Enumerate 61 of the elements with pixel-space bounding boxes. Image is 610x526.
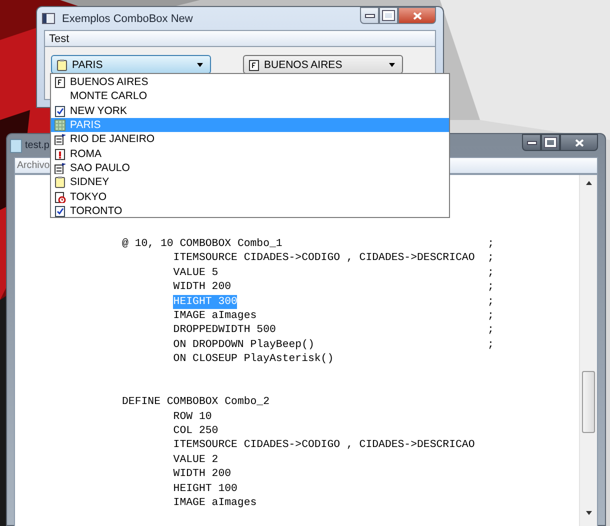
combo-box[interactable]: BUENOS AIRES (243, 55, 403, 74)
code-line: HEIGHT 100 (173, 482, 238, 496)
cabinet-icon (54, 162, 66, 174)
code-semicolon: ; (488, 294, 494, 309)
code-semicolon: ; (488, 308, 494, 324)
clock-icon (54, 190, 66, 203)
maximize-button[interactable] (379, 7, 398, 24)
scroll-down-arrow[interactable] (586, 511, 592, 515)
code-semicolon: ; (488, 266, 494, 280)
code-semicolon: ; (488, 338, 494, 352)
card-icon (248, 58, 260, 70)
code-line: WIDTH 200 (173, 467, 232, 482)
window-title: Exemplos ComboBox New (62, 12, 193, 24)
code-line: IMAGE aImages (173, 308, 257, 324)
grid-icon (54, 119, 66, 132)
code-line: IMAGE aImages (173, 496, 257, 510)
alert-icon (54, 148, 66, 160)
close-button[interactable] (398, 7, 436, 24)
caret-icon (197, 62, 203, 66)
code-line: @ 10, 10 COMBOBOX Combo_1 (122, 237, 282, 252)
card-icon (54, 76, 66, 88)
list-item[interactable]: TOKYO (51, 189, 449, 204)
code-line: WIDTH 200 (173, 280, 232, 295)
list-item[interactable]: MONTE CARLO (51, 89, 449, 104)
close-icon (574, 138, 584, 146)
scroll-thumb[interactable] (582, 371, 595, 433)
code-line: ITEMSOURCE CIDADES->CODIGO , CIDADES->DESCRICAO (173, 438, 475, 453)
list-item[interactable]: SIDNEY (51, 175, 449, 190)
code-line: ON DROPDOWN PlayBeep() (173, 338, 314, 352)
checklist-icon (54, 104, 66, 117)
code-semicolon: ; (488, 251, 494, 266)
code-line: ITEMSOURCE CIDADES->CODIGO , CIDADES->DESCRICAO (173, 251, 475, 266)
scroll-up-arrow[interactable] (586, 181, 592, 185)
close-icon (412, 12, 422, 20)
menu-item[interactable]: Test (45, 32, 74, 44)
code-semicolon: ; (488, 323, 494, 338)
window-icon (42, 13, 55, 24)
code-semicolon: ; (488, 280, 494, 295)
list-item[interactable]: NEW YORK (51, 104, 449, 118)
caret-icon (389, 62, 395, 66)
note-icon (54, 176, 66, 188)
minimize-button[interactable] (360, 7, 379, 24)
code-line: VALUE 5 (173, 266, 218, 280)
note-icon (56, 58, 68, 70)
code-line: ROW 10 (173, 410, 212, 424)
window-title: test.p (25, 140, 50, 151)
selected-text: HEIGHT 300 (173, 294, 238, 309)
notepad-icon (10, 138, 22, 152)
list-item[interactable]: SAO PAULO (51, 160, 449, 176)
list-item[interactable]: TORONTO (51, 204, 449, 218)
code-line: DEFINE COMBOBOX Combo_2 (122, 395, 270, 410)
list-item[interactable]: BUENOS AIRES (51, 75, 449, 90)
cabinet-icon (54, 133, 66, 146)
code-line: DROPPEDWIDTH 500 (173, 323, 276, 338)
code-semicolon: ; (488, 237, 494, 252)
list-item[interactable]: RIO DE JANEIRO (51, 132, 449, 146)
list-item[interactable]: ROMA (51, 146, 449, 161)
code-line: COL 250 (173, 424, 218, 438)
code-line: ON CLOSEUP PlayAsterisk() (173, 352, 334, 367)
code-line: VALUE 2 (173, 452, 218, 468)
combo-box[interactable]: PARIS (51, 55, 211, 74)
